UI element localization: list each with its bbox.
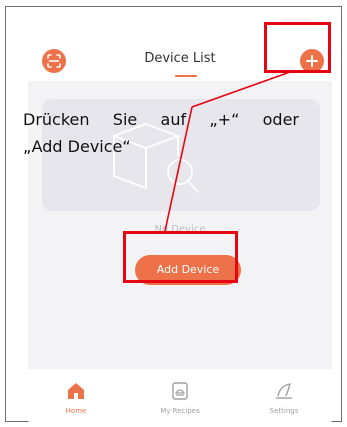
recipes-icon [172, 382, 188, 400]
tab-bar: Home My Recipes Settings [28, 369, 332, 425]
tab-home[interactable]: Home [38, 369, 114, 425]
tab-my-recipes-label: My Recipes [160, 407, 200, 415]
home-icon [68, 383, 84, 399]
title-underline [175, 75, 197, 77]
tab-settings[interactable]: Settings [246, 369, 322, 425]
instruction-text-line1: Drücken Sie auf „+“ oder [23, 110, 299, 129]
tab-my-recipes[interactable]: My Recipes [142, 369, 218, 425]
phone-screen: Device List No Device Add Device Home My… [28, 35, 332, 425]
highlight-plus-button [264, 22, 331, 73]
instruction-text-line2: „Add Device“ [23, 137, 131, 156]
tab-home-label: Home [65, 407, 87, 415]
settings-icon [276, 383, 292, 399]
highlight-add-device-button [123, 231, 238, 283]
tab-settings-label: Settings [269, 407, 299, 415]
